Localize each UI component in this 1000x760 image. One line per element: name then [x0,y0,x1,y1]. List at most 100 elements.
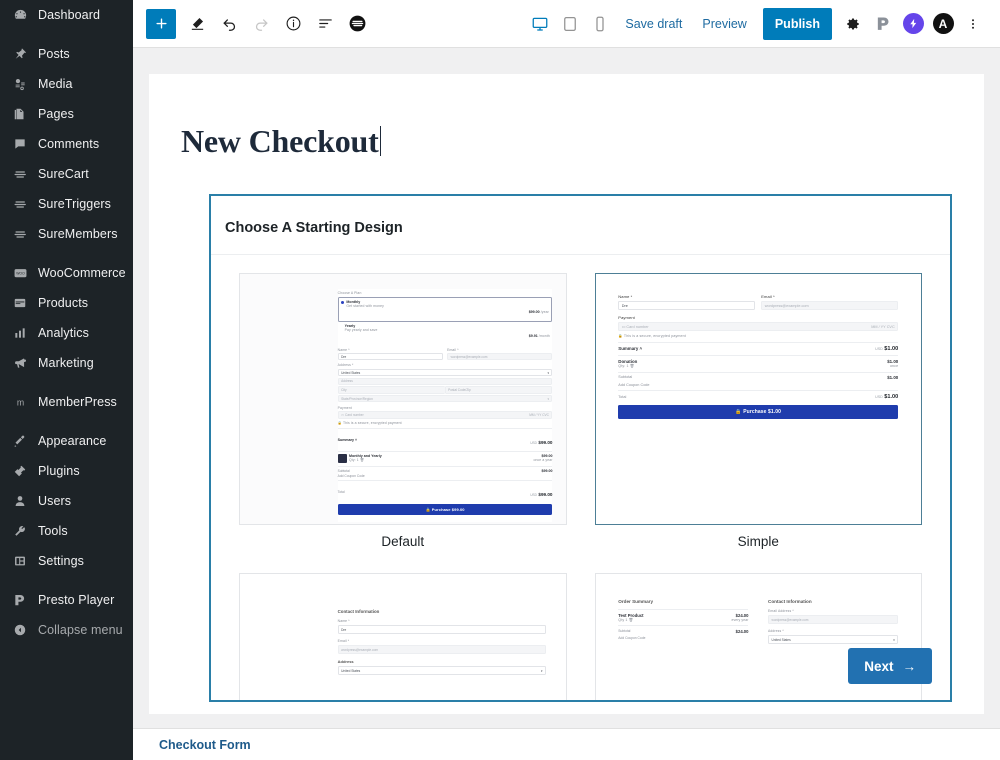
sidebar-item-label: Analytics [38,326,89,340]
arrow-right-icon: → [902,658,917,674]
plugins-icon [10,461,30,481]
pencil-icon[interactable] [181,8,213,40]
sidebar-item-suretriggers[interactable]: SureTriggers [0,189,133,219]
sidebar-item-media[interactable]: Media [0,69,133,99]
surecart-logo-icon[interactable] [341,8,373,40]
design-option-default[interactable]: Choose A Plan Monthly Get started with mo… [239,273,567,561]
sidebar-item-collapse-menu[interactable]: Collapse menu [0,615,133,645]
sidebar-item-label: Media [38,77,73,91]
marketing-icon [10,353,30,373]
sidebar-separator [0,249,133,258]
sidebar-item-label: MemberPress [38,395,117,409]
suretriggers-badge [902,13,924,34]
lightning-icon[interactable] [898,8,928,40]
design-thumbnail[interactable]: Choose A Plan Monthly Get started with mo… [239,273,567,525]
post-title-text: New Checkout [181,123,379,159]
add-block-button[interactable] [146,8,176,39]
tools-icon [10,521,30,541]
sidebar-item-users[interactable]: Users [0,486,133,516]
design-option-option-3[interactable]: Contact Information Name * Dre Email * w… [239,573,567,700]
save-draft-button[interactable]: Save draft [615,8,692,40]
publish-button[interactable]: Publish [762,7,832,40]
toolbar-left-group [146,8,373,40]
sidebar-item-surecart[interactable]: SureCart [0,159,133,189]
sidebar-item-suremembers[interactable]: SureMembers [0,219,133,249]
desktop-icon[interactable] [525,8,555,40]
sidebar-item-label: Products [38,296,89,310]
design-thumbnail[interactable]: Contact Information Name * Dre Email * w… [239,573,567,700]
design-chooser: Choose A Plan Monthly Get started with mo… [211,255,950,700]
suremembers-icon [10,224,30,244]
sidebar-item-settings[interactable]: Settings [0,546,133,576]
sidebar-item-plugins[interactable]: Plugins [0,456,133,486]
products-icon [10,293,30,313]
sidebar-item-label: SureCart [38,167,89,181]
sidebar-item-label: Collapse menu [38,623,123,637]
sidebar-item-label: Presto Player [38,593,115,607]
woocommerce-icon: WOO [10,263,30,283]
sidebar-item-label: Appearance [38,434,107,448]
astra-icon[interactable]: A [928,8,958,40]
admin-sidebar: Dashboard Posts Media Pages Comments SureCart… [0,0,133,760]
analytics-icon [10,323,30,343]
mobile-icon[interactable] [585,8,615,40]
sidebar-separator [0,378,133,387]
next-button[interactable]: Next → [848,648,932,684]
sidebar-item-label: SureTriggers [38,197,111,211]
sidebar-item-appearance[interactable]: Appearance [0,426,133,456]
tablet-icon[interactable] [555,8,585,40]
sidebar-item-posts[interactable]: Posts [0,39,133,69]
sidebar-item-analytics[interactable]: Analytics [0,318,133,348]
page-title[interactable]: New Checkout [165,74,968,160]
breadcrumb-bar: Checkout Form [133,728,1000,760]
editor-toolbar: Save draft Preview Publish A [133,0,1000,48]
design-option-simple[interactable]: Name * Dre Email * wordpress@example.com P… [594,273,922,561]
design-grid: Choose A Plan Monthly Get started with mo… [239,273,922,700]
undo-icon[interactable] [213,8,245,40]
surecart-icon [10,164,30,184]
pages-icon [10,104,30,124]
design-label: Simple [737,534,779,549]
presto-player-icon[interactable] [868,8,898,40]
sidebar-item-dashboard[interactable]: Dashboard [0,0,133,30]
sidebar-item-label: Pages [38,107,74,121]
sidebar-item-woocommerce[interactable]: WOO WooCommerce [0,258,133,288]
design-thumbnail[interactable]: Name * Dre Email * wordpress@example.com P… [594,273,922,525]
settings-icon [10,551,30,571]
thumb-preview-simple: Name * Dre Email * wordpress@example.com P… [595,274,921,524]
pin-icon [10,44,30,64]
sidebar-item-products[interactable]: Products [0,288,133,318]
astra-badge: A [932,13,954,34]
list-view-icon[interactable] [309,8,341,40]
breadcrumb[interactable]: Checkout Form [159,738,251,752]
sidebar-item-presto-player[interactable]: Presto Player [0,585,133,615]
sidebar-item-label: Plugins [38,464,80,478]
users-icon [10,491,30,511]
svg-text:WOO: WOO [16,271,25,275]
thumb-preview-default: Choose A Plan Monthly Get started with mo… [240,274,566,524]
sidebar-item-marketing[interactable]: Marketing [0,348,133,378]
svg-text:m: m [16,397,23,407]
sidebar-item-comments[interactable]: Comments [0,129,133,159]
page-sheet: New Checkout Choose A Starting Design Ch… [149,74,984,714]
memberpress-icon: m [10,392,30,412]
appearance-icon [10,431,30,451]
preview-button[interactable]: Preview [692,8,756,40]
info-icon[interactable] [277,8,309,40]
sidebar-item-label: Tools [38,524,68,538]
ellipsis-vertical-icon[interactable] [958,8,988,40]
wordpress-block-editor: Dashboard Posts Media Pages Comments SureCart… [0,0,1000,760]
gear-icon[interactable] [838,8,868,40]
next-button-label: Next [864,658,894,674]
redo-icon[interactable] [245,8,277,40]
toolbar-right-group: Save draft Preview Publish A [525,7,988,40]
thumb-preview-contact: Contact Information Name * Dre Email * w… [240,574,566,700]
design-label: Default [381,534,425,549]
sidebar-item-memberpress[interactable]: m MemberPress [0,387,133,417]
sidebar-item-label: Dashboard [38,8,101,22]
editor-region: Save draft Preview Publish A New Checkou… [133,0,1000,760]
suretriggers-icon [10,194,30,214]
sidebar-item-tools[interactable]: Tools [0,516,133,546]
sidebar-item-pages[interactable]: Pages [0,99,133,129]
surecart-checkout-block[interactable]: Choose A Starting Design Choose A Plan M… [209,194,952,702]
